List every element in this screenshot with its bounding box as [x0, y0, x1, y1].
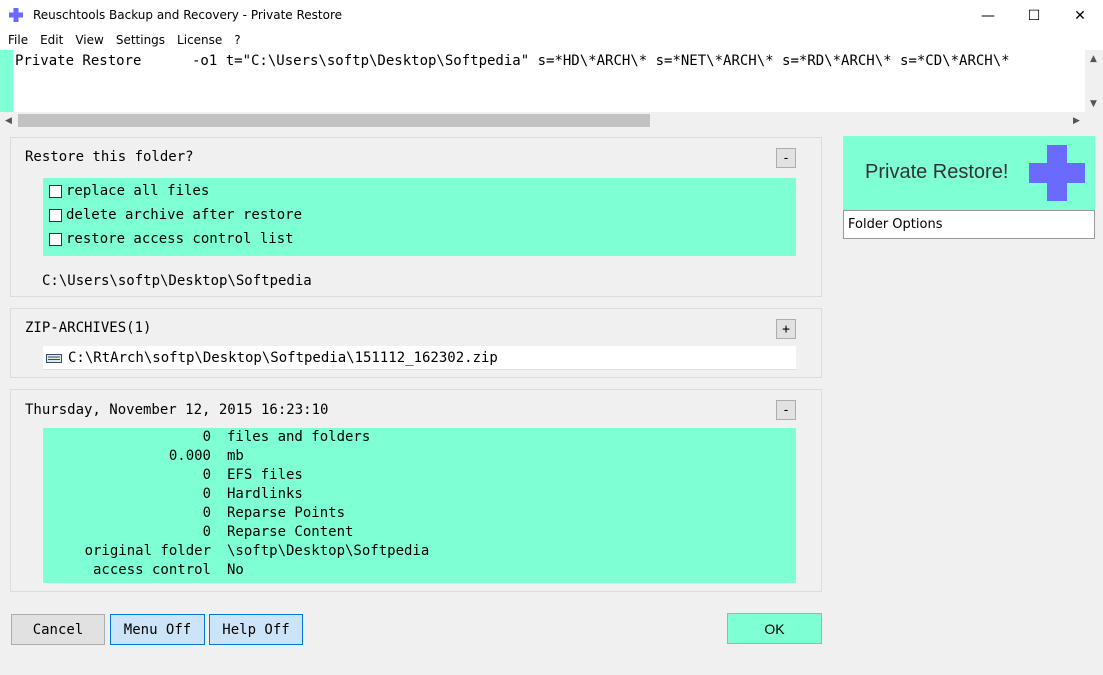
cancel-button[interactable]: Cancel	[11, 614, 105, 645]
stat-label: No	[227, 562, 244, 578]
restore-panel-title: Restore this folder?	[25, 149, 194, 165]
stats-panel: Thursday, November 12, 2015 16:23:10 - 0…	[10, 389, 822, 592]
stat-label: \softp\Desktop\Softpedia	[227, 543, 430, 559]
stat-label: files and folders	[227, 429, 371, 445]
restore-options-box: replace all files delete archive after r…	[43, 178, 796, 256]
private-restore-title: Private Restore!	[865, 161, 1009, 183]
folder-options-tab[interactable]: Folder Options	[843, 210, 1095, 239]
app-plus-icon	[9, 8, 23, 22]
option-replace-all[interactable]: replace all files	[49, 183, 209, 199]
scroll-right-icon[interactable]: ▶	[1068, 112, 1085, 129]
stat-label: Reparse Content	[227, 524, 354, 540]
window-title: Reuschtools Backup and Recovery - Privat…	[33, 8, 343, 22]
restore-panel: Restore this folder? - replace all files…	[10, 137, 822, 297]
stat-value: original folder	[84, 543, 211, 559]
zip-expand-button[interactable]: +	[776, 319, 796, 339]
menu-view[interactable]: View	[69, 31, 109, 50]
close-button[interactable]: ✕	[1057, 0, 1103, 31]
checkbox[interactable]	[49, 232, 62, 246]
stat-label: EFS files	[227, 467, 303, 483]
restore-collapse-button[interactable]: -	[776, 148, 796, 168]
command-accent-strip	[0, 50, 13, 112]
stat-value: 0	[202, 429, 211, 445]
zip-panel-title: ZIP-ARCHIVES(1)	[25, 320, 152, 336]
help-off-button[interactable]: Help Off	[209, 614, 303, 645]
scroll-left-icon[interactable]: ◀	[0, 112, 17, 129]
menu-help[interactable]: ?	[228, 31, 246, 50]
menu-edit[interactable]: Edit	[34, 31, 69, 50]
zip-archive-item[interactable]: C:\RtArch\softp\Desktop\Softpedia\151112…	[43, 346, 796, 370]
option-delete-archive[interactable]: delete archive after restore	[49, 207, 302, 223]
stat-label: mb	[227, 448, 244, 464]
menu-file[interactable]: File	[0, 31, 34, 50]
zip-archives-panel: ZIP-ARCHIVES(1) + C:\RtArch\softp\Deskto…	[10, 308, 822, 378]
stat-value: 0.000	[168, 448, 211, 464]
stat-label: Reparse Points	[227, 505, 346, 521]
stat-value: 0	[202, 505, 211, 521]
menu-off-button[interactable]: Menu Off	[110, 614, 205, 645]
plus-icon	[1029, 145, 1085, 201]
stat-label: Hardlinks	[227, 486, 303, 502]
stats-panel-title: Thursday, November 12, 2015 16:23:10	[25, 402, 329, 418]
checkbox[interactable]	[49, 208, 62, 222]
zip-archive-path: C:\RtArch\softp\Desktop\Softpedia\151112…	[68, 350, 498, 366]
stat-value: 0	[202, 486, 211, 502]
restore-folder-path: C:\Users\softp\Desktop\Softpedia	[42, 273, 312, 289]
minimize-button[interactable]: —	[965, 0, 1011, 31]
command-textarea[interactable]: Private Restore -o1 t="C:\Users\softp\De…	[0, 50, 1103, 112]
stat-value: access control	[92, 562, 211, 578]
archive-drive-icon	[46, 354, 62, 363]
scroll-up-icon[interactable]: ▲	[1085, 50, 1102, 67]
command-text: Private Restore -o1 t="C:\Users\softp\De…	[15, 53, 1010, 69]
ok-button[interactable]: OK	[727, 613, 822, 644]
stat-value: 0	[202, 524, 211, 540]
private-restore-card[interactable]: Private Restore!	[843, 136, 1095, 210]
menu-settings[interactable]: Settings	[110, 31, 171, 50]
option-restore-acl[interactable]: restore access control list	[49, 231, 294, 247]
title-bar: Reuschtools Backup and Recovery - Privat…	[0, 0, 1103, 31]
stats-collapse-button[interactable]: -	[776, 400, 796, 420]
scroll-down-icon[interactable]: ▼	[1085, 95, 1102, 112]
vertical-scrollbar[interactable]: ▲ ▼	[1085, 50, 1103, 112]
stats-box: 0 files and folders 0.000 mb 0 EFS files…	[43, 428, 796, 583]
stat-value: 0	[202, 467, 211, 483]
horizontal-scroll-thumb[interactable]	[18, 114, 650, 127]
checkbox[interactable]	[49, 184, 62, 198]
menu-license[interactable]: License	[171, 31, 228, 50]
horizontal-scrollbar[interactable]: ◀ ▶	[0, 112, 1103, 129]
maximize-button[interactable]: ☐	[1011, 0, 1057, 31]
menu-bar: File Edit View Settings License ?	[0, 31, 1103, 50]
